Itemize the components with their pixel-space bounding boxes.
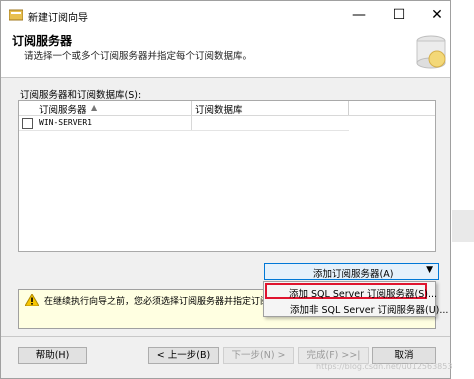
- subscriber-checkbox[interactable]: [22, 118, 33, 129]
- maximize-button[interactable]: ☐: [382, 1, 416, 29]
- add-subscriber-dropdown-button[interactable]: 添加订阅服务器(A) ▼: [264, 263, 439, 280]
- grid-label: 订阅服务器和订阅数据库(S):: [20, 90, 142, 101]
- page-description: 请选择一个或多个订阅服务器并指定每个订阅数据库。: [24, 51, 253, 62]
- grid-header-row: 订阅服务器 ▲ 订阅数据库: [19, 101, 435, 116]
- add-subscriber-label: 添加订阅服务器(A): [313, 269, 394, 280]
- menu-item-label: 添加非 SQL Server 订阅服务器(U)...: [290, 305, 449, 316]
- column-header-database[interactable]: 订阅数据库: [195, 102, 243, 116]
- wizard-header: 订阅服务器 请选择一个或多个订阅服务器并指定每个订阅数据库。: [1, 29, 450, 78]
- window-title: 新建订阅向导: [28, 13, 88, 24]
- menu-item-add-sql-server[interactable]: 添加 SQL Server 订阅服务器(S)...: [265, 283, 437, 300]
- next-button[interactable]: 下一步(N) >: [223, 347, 294, 364]
- sort-ascending-icon: ▲: [91, 103, 98, 112]
- watermark-text: https://blog.csdn.net/u012563853: [316, 362, 453, 371]
- menu-item-label: 添加 SQL Server 订阅服务器(S)...: [289, 289, 438, 300]
- table-row[interactable]: WIN-SERVER1: [19, 116, 349, 131]
- column-separator[interactable]: [348, 101, 349, 115]
- cell-separator: [191, 116, 192, 130]
- background-window-fragment: [452, 210, 474, 242]
- add-subscriber-menu: 添加 SQL Server 订阅服务器(S)... 添加非 SQL Server…: [263, 281, 448, 317]
- menu-item-add-non-sql-server[interactable]: 添加非 SQL Server 订阅服务器(U)...: [266, 300, 448, 316]
- dropdown-arrow-icon: ▼: [426, 265, 433, 275]
- page-title: 订阅服务器: [12, 34, 73, 48]
- wizard-app-icon: [9, 9, 23, 21]
- subscriber-name: WIN-SERVER1: [39, 118, 92, 127]
- footer-divider: [1, 336, 450, 337]
- wizard-window: 新建订阅向导 — ☐ ✕ 订阅服务器 请选择一个或多个订阅服务器并指定每个订阅数…: [0, 0, 453, 379]
- title-bar: 新建订阅向导 — ☐ ✕: [1, 1, 450, 29]
- database-icon: [416, 35, 446, 69]
- warning-message: 在继续执行向导之前，您必须选择订阅服务器并指定订阅: [44, 297, 270, 307]
- subscriber-grid: 订阅服务器 ▲ 订阅数据库 WIN-SERVER1: [18, 100, 436, 252]
- column-header-subscriber[interactable]: 订阅服务器: [39, 102, 87, 116]
- back-button[interactable]: < 上一步(B): [148, 347, 219, 364]
- close-button[interactable]: ✕: [420, 1, 454, 29]
- column-separator[interactable]: [191, 101, 192, 115]
- minimize-button[interactable]: —: [342, 1, 376, 29]
- help-button[interactable]: 帮助(H): [18, 347, 87, 364]
- warning-icon: [25, 294, 39, 306]
